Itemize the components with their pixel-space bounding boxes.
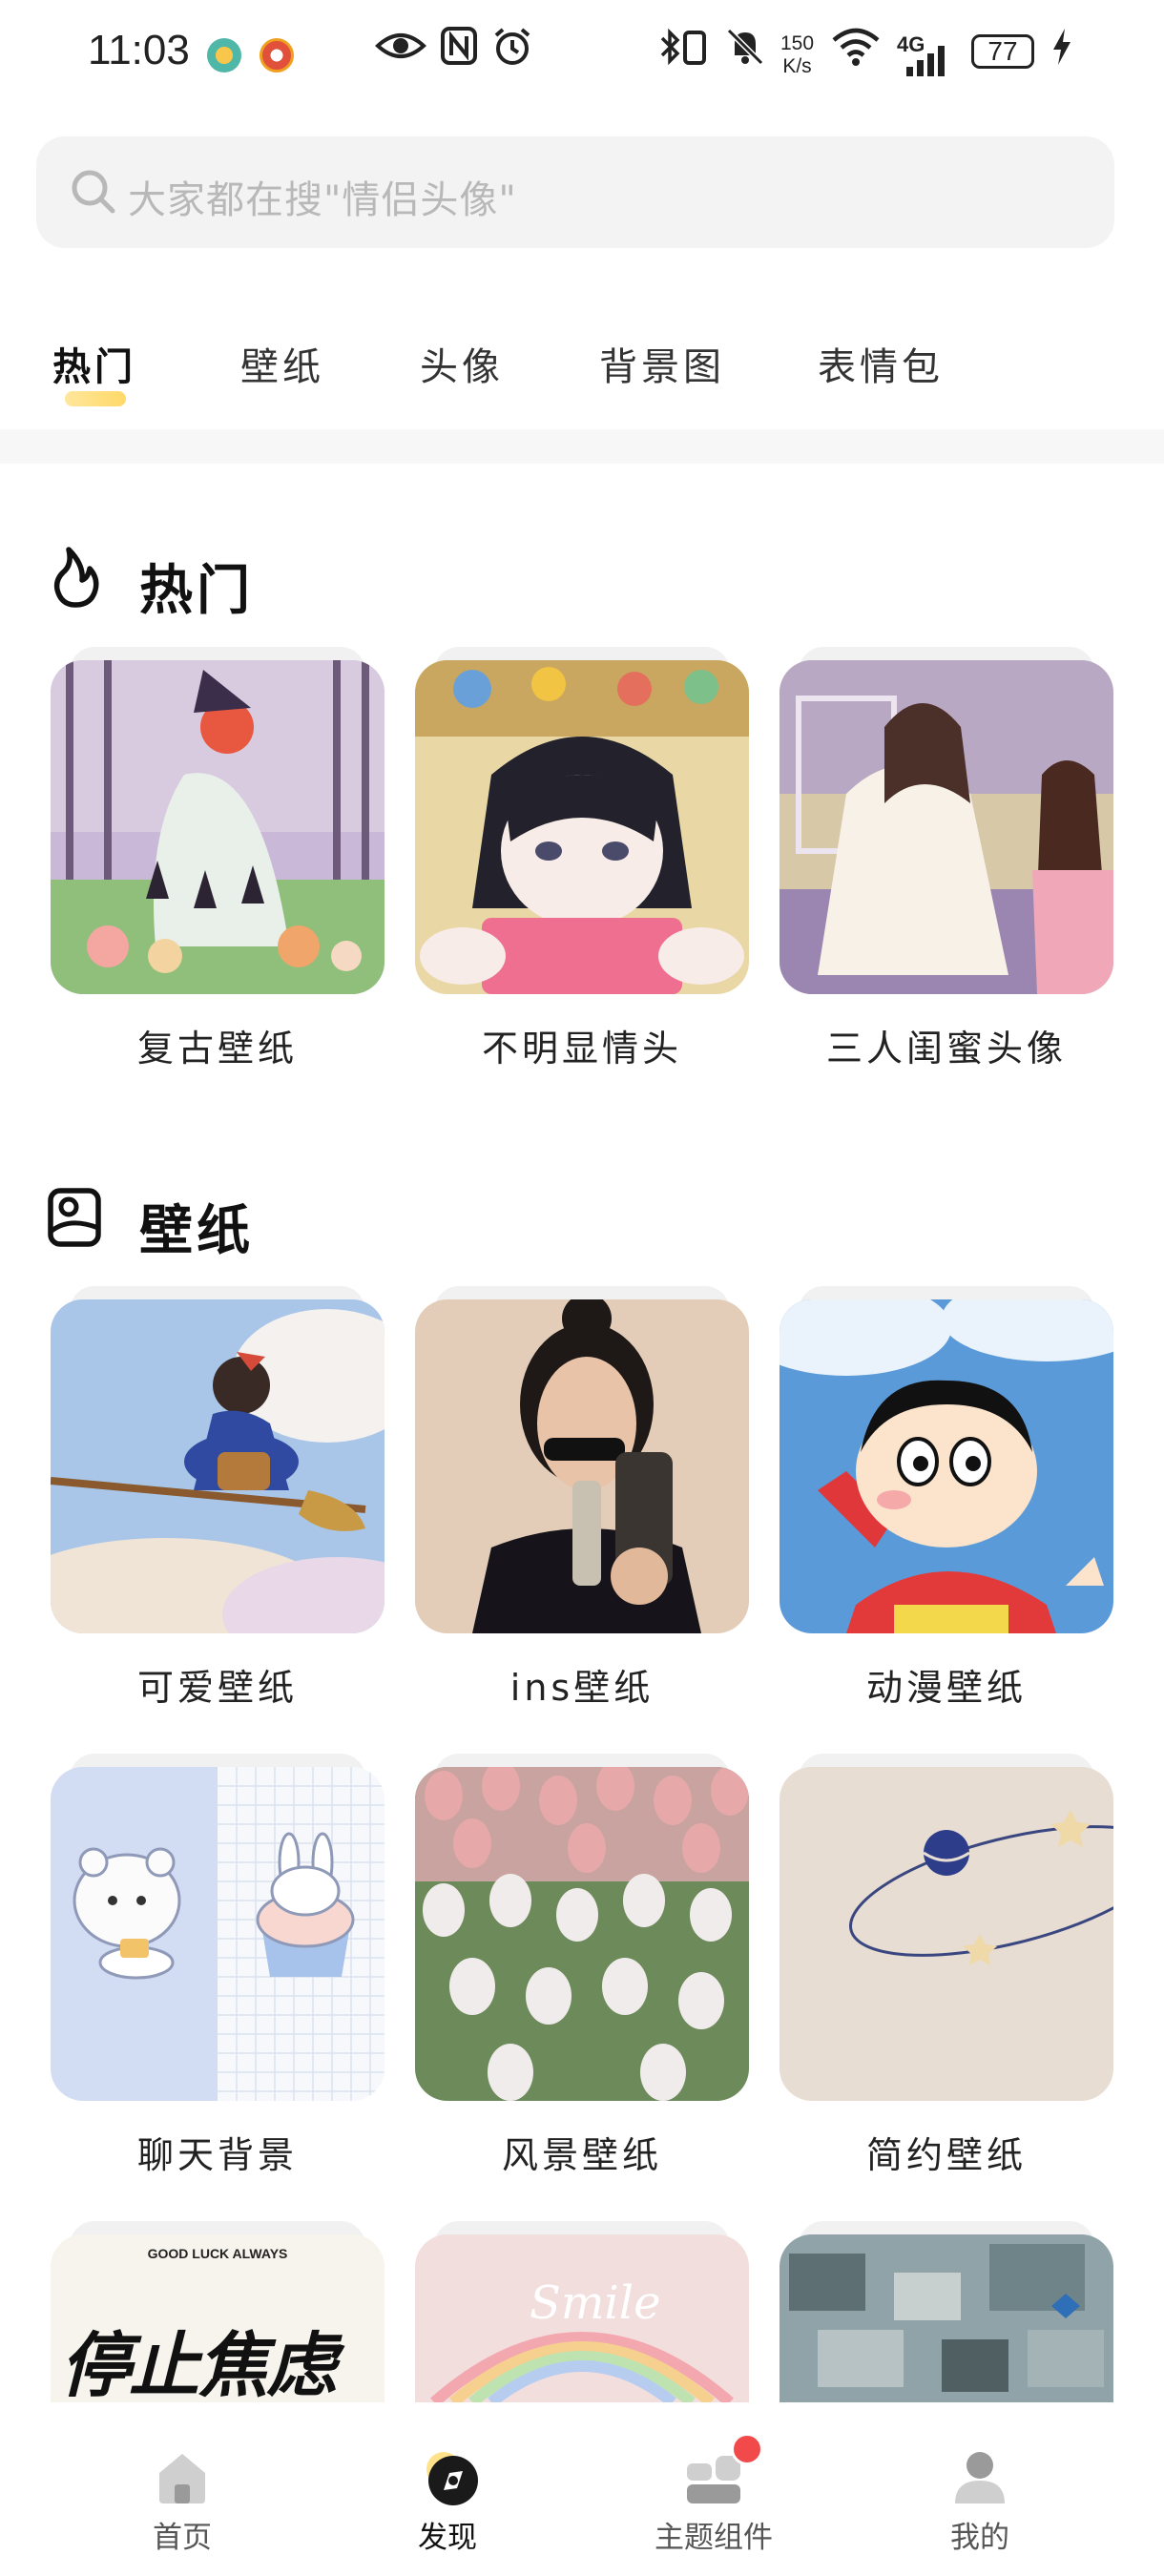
search-input[interactable]: 大家都在搜"情侣头像" xyxy=(128,169,517,224)
profile-icon xyxy=(951,2448,1008,2505)
card-anime-wallpaper[interactable]: 动漫壁纸 xyxy=(779,1286,1113,1719)
card-label: 动漫壁纸 xyxy=(865,1667,1027,1709)
search-icon xyxy=(69,167,118,217)
notification-badge xyxy=(731,2433,763,2465)
charging-icon xyxy=(1050,27,1074,76)
card-ins-wallpaper[interactable]: ins壁纸 xyxy=(415,1286,749,1719)
tab-background[interactable]: 背景图 xyxy=(599,336,725,391)
picture-icon xyxy=(46,1186,105,1249)
home-icon xyxy=(154,2448,211,2505)
nav-home[interactable]: 首页 xyxy=(77,2402,287,2576)
nav-home-label: 首页 xyxy=(153,2521,212,2555)
card-cute-wallpaper[interactable]: 可爱壁纸 xyxy=(51,1286,385,1719)
status-time: 11:03 xyxy=(88,27,190,73)
card-label: 复古壁纸 xyxy=(136,1028,298,1070)
nav-theme-widgets-label: 主题组件 xyxy=(655,2521,773,2555)
card-image: GOOD LUCK ALWAYS 停止焦虑 xyxy=(51,2234,385,2402)
tab-sticker[interactable]: 表情包 xyxy=(818,336,944,391)
tab-wallpaper[interactable]: 壁纸 xyxy=(240,336,324,391)
card-caption-large: 停止焦虑 xyxy=(60,2325,337,2402)
signal-icon xyxy=(906,42,954,86)
nav-profile-label: 我的 xyxy=(950,2521,1009,2555)
card-partial-3[interactable] xyxy=(779,2221,1113,2402)
wifi-icon xyxy=(830,27,882,76)
card-label: 风景壁纸 xyxy=(501,2134,662,2176)
nav-discover-label: 发现 xyxy=(418,2521,477,2555)
card-image xyxy=(779,660,1113,994)
nav-discover[interactable]: 发现 xyxy=(343,2402,552,2576)
card-label: 不明显情头 xyxy=(481,1028,682,1070)
nav-profile[interactable]: 我的 xyxy=(875,2402,1085,2576)
section-hot-title: 热门 xyxy=(139,560,254,622)
card-retro-wallpaper[interactable]: 复古壁纸 xyxy=(51,647,385,1080)
flame-icon xyxy=(46,546,105,609)
card-label: 可爱壁纸 xyxy=(136,1667,298,1709)
battery-indicator: 77 xyxy=(971,34,1034,69)
section-wallpaper-header: 壁纸 xyxy=(46,1180,523,1262)
mute-icon xyxy=(725,27,765,76)
search-bar[interactable]: 大家都在搜"情侣头像" xyxy=(36,136,1114,248)
card-image xyxy=(415,1299,749,1633)
card-image xyxy=(415,660,749,994)
nfc-icon xyxy=(441,27,477,74)
card-image xyxy=(779,1767,1113,2101)
app-notification-icon-2 xyxy=(260,38,294,73)
bluetooth-vibrate-icon xyxy=(658,27,712,76)
card-label: 三人闺蜜头像 xyxy=(825,1028,1067,1070)
card-image xyxy=(779,2234,1113,2402)
card-image xyxy=(51,1299,385,1633)
card-image xyxy=(779,1299,1113,1633)
discover-icon xyxy=(419,2448,478,2505)
card-caption-small: GOOD LUCK ALWAYS xyxy=(147,2246,288,2261)
card-subtle-couple-avatar[interactable]: 不明显情头 xyxy=(415,647,749,1080)
card-image xyxy=(51,660,385,994)
section-hot-header: 热门 xyxy=(46,540,523,622)
status-bar: 11:03 150 K/s 4G 77 xyxy=(0,0,1164,114)
card-scenery-wallpaper[interactable]: 风景壁纸 xyxy=(415,1754,749,2187)
card-image: Smile xyxy=(415,2234,749,2402)
alarm-icon xyxy=(492,27,532,76)
tabs-divider xyxy=(0,429,1164,464)
card-partial-2[interactable]: Smile xyxy=(415,2221,749,2402)
tab-active-indicator xyxy=(65,391,126,406)
nav-theme-widgets[interactable]: 主题组件 xyxy=(609,2402,819,2576)
card-label: ins壁纸 xyxy=(509,1667,655,1709)
card-chat-background[interactable]: 聊天背景 xyxy=(51,1754,385,2187)
card-image xyxy=(51,1767,385,2101)
tab-hot[interactable]: 热门 xyxy=(52,336,136,391)
network-speed: 150 K/s xyxy=(780,32,815,77)
card-caption: Smile xyxy=(530,2276,661,2330)
section-wallpaper-title: 壁纸 xyxy=(139,1200,254,1262)
card-image xyxy=(415,1767,749,2101)
card-label: 聊天背景 xyxy=(136,2134,298,2176)
eye-icon xyxy=(375,27,426,74)
bottom-navigation: 首页 发现 主题组件 我的 xyxy=(0,2402,1164,2576)
card-label: 简约壁纸 xyxy=(865,2134,1027,2176)
category-tabs: 热门 壁纸 头像 背景图 表情包 xyxy=(0,315,1164,420)
app-notification-icon xyxy=(207,38,241,73)
card-partial-1[interactable]: GOOD LUCK ALWAYS 停止焦虑 xyxy=(51,2221,385,2402)
card-minimal-wallpaper[interactable]: 简约壁纸 xyxy=(779,1754,1113,2187)
card-trio-besties-avatar[interactable]: 三人闺蜜头像 xyxy=(779,647,1113,1080)
tab-avatar[interactable]: 头像 xyxy=(420,336,504,391)
